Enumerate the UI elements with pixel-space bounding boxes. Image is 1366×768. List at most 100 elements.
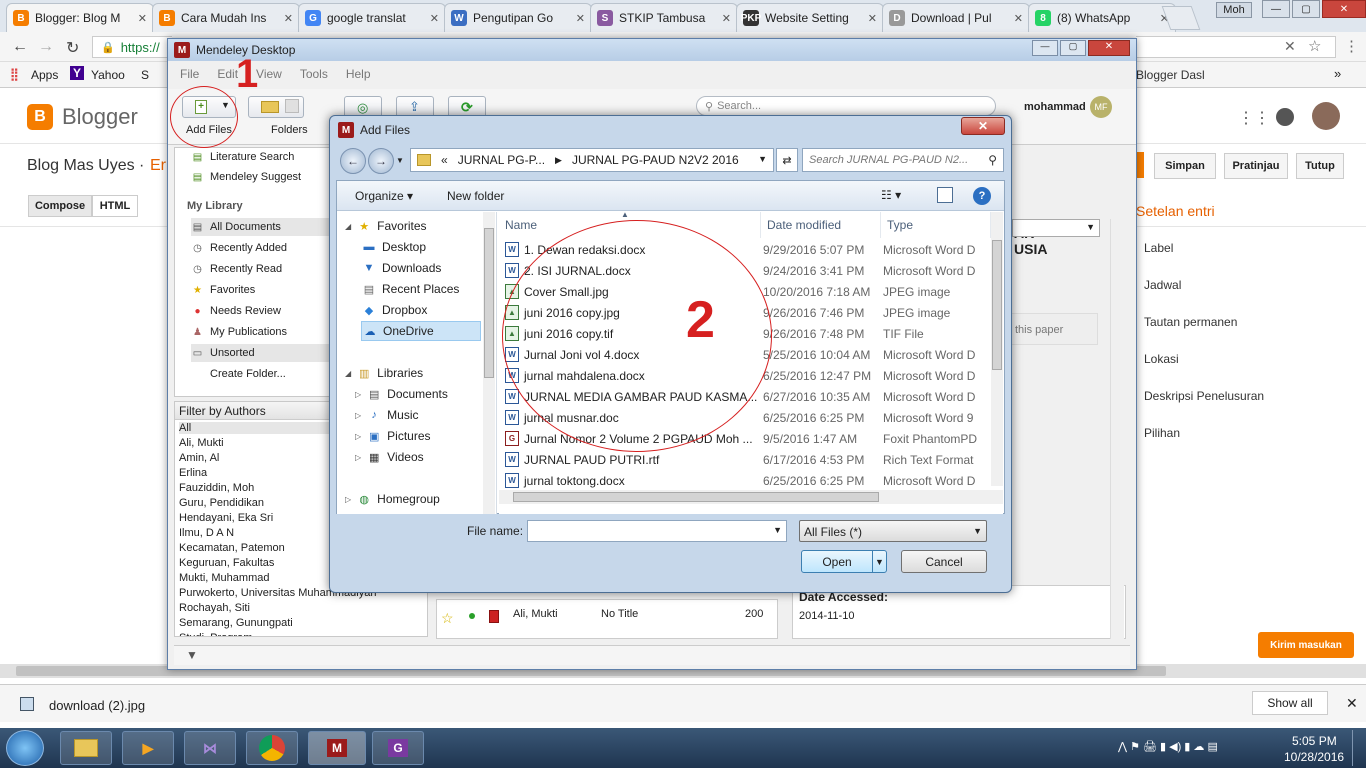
- breadcrumb-overflow[interactable]: «: [441, 153, 448, 167]
- mendeley-minimize-button[interactable]: —: [1032, 40, 1058, 56]
- browser-tab[interactable]: PKP Website Setting ✕: [736, 3, 884, 32]
- nav-item[interactable]: ◢ ▥ Libraries: [345, 363, 423, 383]
- cancel-button[interactable]: Cancel: [901, 550, 987, 573]
- nav-item[interactable]: ▼ Downloads: [361, 258, 442, 278]
- clock-time[interactable]: 5:05 PM: [1292, 734, 1337, 748]
- nav-item[interactable]: ▬ Desktop: [361, 237, 427, 257]
- breadcrumb[interactable]: « JURNAL PG-P... ▶ JURNAL PG-PAUD N2V2 2…: [410, 148, 774, 172]
- maximize-button[interactable]: ▢: [1292, 0, 1320, 18]
- close-post-button[interactable]: Tutup: [1296, 153, 1344, 179]
- folders-button[interactable]: [248, 96, 304, 118]
- author-item[interactable]: Ali, Mukti: [179, 437, 224, 449]
- setting-item[interactable]: Label: [1144, 241, 1173, 255]
- bookmark-s[interactable]: S: [141, 68, 149, 82]
- dialog-search-input[interactable]: Search JURNAL PG-PAUD N2... ⚲: [802, 148, 1004, 172]
- preview-button[interactable]: Pratinjau: [1224, 153, 1288, 179]
- breadcrumb-parent[interactable]: JURNAL PG-P...: [458, 153, 545, 167]
- more-bookmarks-icon[interactable]: »: [1334, 66, 1341, 81]
- user-avatar[interactable]: MF: [1090, 96, 1112, 118]
- new-folder-button[interactable]: New folder: [447, 189, 504, 203]
- setting-item[interactable]: Jadwal: [1144, 278, 1181, 292]
- menu-help[interactable]: Help: [346, 67, 371, 85]
- menu-view[interactable]: View: [256, 67, 282, 85]
- taskbar-foxit[interactable]: G: [372, 731, 424, 765]
- author-item[interactable]: Keguruan, Fakultas: [179, 557, 274, 569]
- show-all-button[interactable]: Show all: [1252, 691, 1328, 715]
- url-text[interactable]: https://: [121, 40, 160, 55]
- document-row[interactable]: ☆ Ali, Mukti No Title 200: [436, 599, 778, 639]
- compose-tab[interactable]: Compose: [28, 195, 92, 217]
- browser-tab[interactable]: Ggoogle translat ✕: [298, 3, 446, 32]
- file-row[interactable]: Wjurnal toktong.docx 6/25/2016 6:25 PM Mic…: [499, 471, 1003, 492]
- expand-arrow-icon[interactable]: ▷: [355, 411, 361, 420]
- browser-tab[interactable]: B Cara Mudah Ins ✕: [152, 3, 300, 32]
- feedback-button[interactable]: Kirim masukan: [1258, 632, 1354, 658]
- library-item[interactable]: ◷ Recently Added: [191, 239, 287, 257]
- author-item[interactable]: Semarang, Gunungpati: [179, 617, 293, 629]
- filter-funnel-icon[interactable]: ▼: [186, 648, 198, 662]
- author-item[interactable]: Fauziddin, Moh: [179, 482, 254, 494]
- show-desktop-button[interactable]: [1352, 730, 1364, 766]
- author-item[interactable]: Guru, Pendidikan: [179, 497, 264, 509]
- breadcrumb-current[interactable]: JURNAL PG-PAUD N2V2 2016: [572, 153, 739, 167]
- expand-arrow-icon[interactable]: ▷: [355, 390, 361, 399]
- library-item[interactable]: ★ Favorites: [191, 281, 255, 299]
- library-item[interactable]: Create Folder...: [191, 365, 286, 383]
- html-tab[interactable]: HTML: [92, 195, 138, 217]
- tab-close-icon[interactable]: ✕: [722, 12, 731, 25]
- author-item[interactable]: Hendayani, Eka Sri: [179, 512, 273, 524]
- filename-input[interactable]: ▼: [527, 520, 787, 542]
- column-type[interactable]: Type: [881, 212, 991, 238]
- bookmark-yahoo[interactable]: Yahoo: [91, 68, 125, 82]
- browser-tab[interactable]: D Download | Pul ✕: [882, 3, 1030, 32]
- save-button[interactable]: Simpan: [1154, 153, 1216, 179]
- bookmark-apps[interactable]: Apps: [31, 68, 58, 82]
- nav-item[interactable]: ◢ ★ Favorites: [345, 216, 427, 236]
- taskbar-media[interactable]: ▶: [122, 731, 174, 765]
- taskbar-vs[interactable]: ⋈: [184, 731, 236, 765]
- tab-close-icon[interactable]: ✕: [868, 12, 877, 25]
- back-icon[interactable]: ←: [340, 148, 366, 174]
- sidebar-item[interactable]: ▤ Literature Search: [191, 148, 295, 166]
- mendeley-close-button[interactable]: ✕: [1088, 40, 1130, 56]
- view-options-icon[interactable]: ☷ ▾: [881, 188, 901, 202]
- forward-icon[interactable]: →: [38, 38, 54, 56]
- search-icon[interactable]: ⚲: [988, 153, 997, 167]
- profile-button[interactable]: Moh: [1216, 2, 1252, 18]
- menu-edit[interactable]: Edit: [217, 67, 238, 85]
- setting-item[interactable]: Lokasi: [1144, 352, 1179, 366]
- setting-item[interactable]: Pilihan: [1144, 426, 1180, 440]
- tab-close-icon[interactable]: ✕: [284, 12, 293, 25]
- nav-item[interactable]: ◆ Dropbox: [361, 300, 428, 320]
- nav-item[interactable]: ▷ ▤ Documents: [355, 384, 448, 404]
- expand-arrow-icon[interactable]: ◢: [345, 222, 351, 231]
- tab-close-icon[interactable]: ✕: [430, 12, 439, 25]
- setting-item[interactable]: Tautan permanen: [1144, 315, 1237, 329]
- open-options-icon[interactable]: ▼: [872, 551, 886, 572]
- bookmark-blogger-dash[interactable]: Blogger Dasl: [1136, 68, 1205, 82]
- nav-item[interactable]: ▷ ♪ Music: [355, 405, 419, 425]
- details-dropdown[interactable]: ▼: [1012, 219, 1100, 237]
- author-item[interactable]: Mukti, Muhammad: [179, 572, 269, 584]
- user-name[interactable]: mohammad: [1024, 101, 1086, 113]
- mendeley-search[interactable]: ⚲ Search...: [696, 96, 996, 116]
- expand-arrow-icon[interactable]: ▷: [355, 453, 361, 462]
- organize-button[interactable]: Organize ▾: [355, 189, 413, 203]
- nav-item[interactable]: ▷ ◍ Homegroup: [345, 489, 440, 509]
- expand-arrow-icon[interactable]: ◢: [345, 369, 351, 378]
- expand-arrow-icon[interactable]: ▷: [345, 495, 351, 504]
- library-item[interactable]: ♟ My Publications: [191, 323, 287, 341]
- file-list-horizontal-scrollbar[interactable]: [499, 490, 1003, 504]
- chevron-down-icon[interactable]: ▼: [773, 525, 782, 535]
- tray-icons[interactable]: ⋀ ⚑ 🖨 ▮ ◀) ▮ ☁ ▤: [1118, 740, 1218, 753]
- star-icon[interactable]: ☆: [441, 610, 454, 627]
- expand-arrow-icon[interactable]: ▷: [355, 432, 361, 441]
- chevron-down-icon[interactable]: ▼: [758, 154, 767, 164]
- browser-tab[interactable]: S STKIP Tambusa ✕: [590, 3, 738, 32]
- notifications-icon[interactable]: [1276, 108, 1294, 126]
- nav-item[interactable]: ☁ OneDrive: [361, 321, 481, 341]
- library-item[interactable]: ◷ Recently Read: [191, 260, 282, 278]
- column-date-modified[interactable]: Date modified: [761, 212, 881, 238]
- help-icon[interactable]: ?: [973, 187, 991, 205]
- download-filename[interactable]: download (2).jpg: [49, 698, 145, 713]
